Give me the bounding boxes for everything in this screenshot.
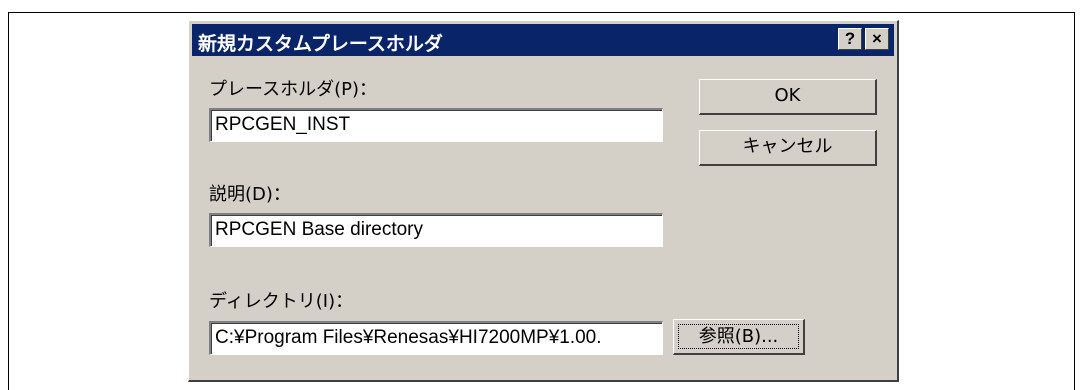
browse-button-label: 参照(B)... — [678, 324, 799, 349]
directory-label: ディレクトリ(I)： — [209, 291, 354, 312]
description-input[interactable]: RPCGEN Base directory — [209, 213, 663, 247]
ok-button[interactable]: OK — [699, 79, 877, 115]
placeholder-label: プレースホルダ(P)： — [209, 79, 377, 100]
browse-button[interactable]: 参照(B)... — [673, 319, 805, 355]
help-button[interactable]: ? — [838, 28, 862, 50]
title-bar: 新規カスタムプレースホルダ ? × — [192, 24, 894, 56]
close-button[interactable]: × — [865, 28, 889, 50]
cancel-button[interactable]: キャンセル — [699, 130, 877, 166]
directory-input[interactable]: C:¥Program Files¥Renesas¥HI7200MP¥1.00. — [209, 321, 663, 355]
new-custom-placeholder-dialog: 新規カスタムプレースホルダ ? × プレースホルダ(P)： RPCGEN_INS… — [188, 20, 899, 382]
placeholder-input[interactable]: RPCGEN_INST — [209, 108, 663, 142]
dialog-title: 新規カスタムプレースホルダ — [198, 33, 443, 55]
description-label: 説明(D)： — [209, 184, 291, 205]
